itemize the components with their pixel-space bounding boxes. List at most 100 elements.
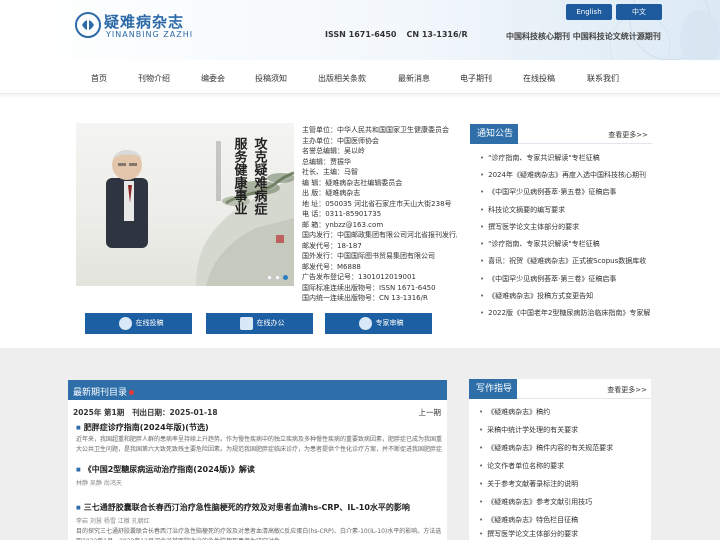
online-office-label: 在线办公 (256, 319, 285, 327)
nav-item-contact-us[interactable]: 联系我们 (587, 73, 619, 84)
nav-item-submission-guide[interactable]: 投稿须知 (255, 73, 287, 84)
nav-item-e-journal[interactable]: 电子期刊 (460, 73, 492, 84)
latest-issue-panel: 最新期刊目录 2025年 第1期 刊出日期：2025-01-18 上一期 肥胖症… (68, 380, 447, 540)
core-journal-text: 中国科技核心期刊 中国科技论文统计源期刊 (506, 32, 661, 41)
notice-item[interactable]: 《疑难病杂志》投稿方式变更告知 (480, 291, 593, 301)
info-line: 主管单位：中华人民共和国国家卫生健康委员会 (302, 126, 449, 134)
site-logo[interactable]: 疑难病杂志 YINANBING ZAZHI (74, 10, 224, 46)
issue-number: 2025年 第1期 (73, 408, 125, 417)
info-line: 国外发行：中国国际图书贸易集团有限公司 (302, 252, 435, 260)
info-line: 国际标准连续出版物号：ISSN 1671-6450 (302, 283, 436, 292)
info-line: 社长、主编：马智 (302, 168, 358, 176)
article-title[interactable]: 肥胖症诊疗指南(2024年版)(节选) (76, 422, 446, 433)
info-line: 名誉总编辑：吴以岭 (302, 147, 365, 155)
guide-item[interactable]: 《疑难病杂志》参考文献引用技巧 (479, 497, 592, 507)
banner-image: 攻克疑难病症 服务健康事业 (106, 136, 294, 286)
carousel-dot[interactable] (267, 275, 272, 280)
nav-item-editorial-board[interactable]: 编委会 (201, 73, 225, 84)
guide-item[interactable]: 《疑难病杂志》特色栏目征稿 (479, 515, 578, 525)
info-line: 邮 箱：ynbzz@163.com (302, 220, 384, 229)
issue-info-row: 2025年 第1期 刊出日期：2025-01-18 上一期 (68, 405, 447, 419)
info-line: 广告发布登记号：1301012019001 (302, 273, 416, 281)
expert-icon (359, 317, 372, 330)
article-abstract: 近年来，我国超重和肥胖人群的患病率呈持续上升趋势。作为慢性疾病中的独立疾病及多种… (76, 436, 443, 453)
issue-info: 2025年 第1期 刊出日期：2025-01-18 (73, 407, 218, 418)
notice-item[interactable]: 2024年《疑难病杂志》再度入选中国科技核心期刊 (480, 170, 646, 180)
issn-number: ISSN 1671-6450 (325, 30, 397, 39)
logo-emblem-icon (75, 12, 101, 38)
info-line: 国内统一连续出版物号：CN 13-1316/R (302, 294, 428, 302)
writing-guide-panel: 写作指导 查看更多>> 《疑难病杂志》稿约 采稿中统计学处理的有关要求 《疑难病… (469, 379, 651, 540)
nav-item-online-submission[interactable]: 在线投稿 (523, 73, 555, 84)
latest-issue-header: 最新期刊目录 (68, 380, 447, 400)
guide-item[interactable]: 论文作者单位名称的要求 (479, 461, 564, 471)
issn-info: ISSN 1671-6450 CN 13-1316/R (325, 30, 468, 39)
notice-item[interactable]: 科技论文摘要的编写要求 (480, 205, 565, 215)
english-language-button[interactable]: English (566, 4, 612, 20)
previous-issue-link[interactable]: 上一期 (419, 407, 442, 418)
info-line: 编 辑：疑难病杂志社编辑委员会 (302, 178, 403, 187)
journal-info: 主管单位：中华人民共和国国家卫生健康委员会 主办单位：中国医师协会 名誉总编辑：… (302, 125, 457, 304)
notice-item[interactable]: "诊疗指南、专家共识解读"专栏征稿 (480, 153, 599, 163)
carousel-dot[interactable] (275, 275, 280, 280)
guide-item[interactable]: 关于参考文献著录标注的说明 (479, 479, 578, 489)
notice-item[interactable]: 喜讯：祝贺《疑难病杂志》正式被Scopus数据库收 (480, 256, 646, 266)
nav-item-home[interactable]: 首页 (91, 73, 107, 84)
notice-more-link[interactable]: 查看更多>> (608, 130, 648, 140)
logo-english-title: YINANBING ZAZHI (106, 30, 194, 39)
notice-item[interactable]: 撰写医学论文主体部分的要求 (480, 222, 579, 232)
notice-item[interactable]: 《中国罕少见病例荟萃·第三卷》征稿启事 (480, 274, 616, 284)
article-title[interactable]: 三七通舒胶囊联合长春西汀治疗急性脑梗死的疗效及对患者血清hs-CRP、IL-10… (76, 502, 446, 513)
guide-panel-header: 写作指导 查看更多>> (469, 379, 651, 399)
guide-more-link[interactable]: 查看更多>> (607, 385, 647, 395)
article-item: 肥胖症诊疗指南(2024年版)(节选) 近年来，我国超重和肥胖人群的患病率呈持续… (76, 422, 446, 455)
info-line: 主办单位：中国医师协会 (302, 136, 379, 145)
info-line: 出 版：疑难病杂志 (302, 189, 361, 197)
article-authors: 林静 吴静 尚鸿天 (76, 480, 122, 487)
author-icon (119, 317, 132, 330)
article-item: 《中国2型糖尿病运动治疗指南(2024版)》解读 林静 吴静 尚鸿天 (76, 464, 446, 487)
nav-item-publishing-terms[interactable]: 出版相关条款 (318, 73, 366, 84)
notice-item[interactable]: 2022版《中国老年2型糖尿病防治临床指南》专家解 (480, 308, 650, 318)
chinese-language-button[interactable]: 中文 (616, 4, 662, 20)
calligraphy-right: 攻克疑难病症 (252, 136, 269, 216)
notice-panel-header: 通知公告 查看更多>> (470, 124, 652, 144)
info-line: 电 话：0311-85901735 (302, 210, 382, 218)
monitor-icon (240, 317, 253, 330)
guide-item[interactable]: 采稿中统计学处理的有关要求 (479, 425, 578, 435)
notice-panel-title: 通知公告 (470, 124, 518, 144)
guide-panel-title: 写作指导 (469, 379, 517, 399)
article-abstract: 目的探究三七通舒胶囊联合长春西汀治疗急性脑梗死的疗效及对患者血清高敏C反应蛋白(… (76, 528, 442, 540)
cn-number: CN 13-1316/R (406, 30, 468, 39)
guide-item[interactable]: 《疑难病杂志》稿约 (479, 407, 550, 417)
logo-chinese-title: 疑难病杂志 (104, 13, 185, 31)
nav-item-journal-intro[interactable]: 刊物介绍 (138, 73, 170, 84)
guide-item[interactable]: 《疑难病杂志》稿件内容的有关规范要求 (479, 443, 613, 453)
carousel-dots (267, 273, 291, 282)
guide-item[interactable]: 撰写医学论文主体部分的要求 (479, 529, 578, 539)
info-line: 邮发代号：18-187 (302, 241, 362, 250)
info-line: 邮发代号：M6888 (302, 262, 361, 271)
info-line: 总编辑：贾振华 (302, 157, 351, 166)
main-navigation: 首页 刊物介绍 编委会 投稿须知 出版相关条款 最新消息 电子期刊 在线投稿 联… (0, 60, 720, 94)
article-title[interactable]: 《中国2型糖尿病运动治疗指南(2024版)》解读 (76, 464, 446, 475)
online-submit-label: 在线投稿 (135, 319, 164, 327)
notice-item[interactable]: "诊疗指南、专家共识解读"专栏征稿 (480, 239, 599, 249)
site-header: 疑难病杂志 YINANBING ZAZHI ISSN 1671-6450 CN 1… (0, 0, 720, 60)
info-line: 国内发行：中国邮政集团有限公司河北省报刊发行局 (302, 231, 457, 239)
article-item: 三七通舒胶囊联合长春西汀治疗急性脑梗死的疗效及对患者血清hs-CRP、IL-10… (76, 502, 446, 540)
article-authors: 李岩 刘慧 杨雪 江徽 孔朝红 (76, 518, 150, 525)
online-office-button[interactable]: 在线办公 (206, 313, 313, 334)
nav-item-latest-news[interactable]: 最新消息 (398, 73, 430, 84)
expert-review-label: 专家审稿 (375, 319, 404, 327)
banner-carousel[interactable]: 攻克疑难病症 服务健康事业 (76, 123, 294, 286)
carousel-dot-active[interactable] (283, 275, 288, 280)
notice-panel: 通知公告 查看更多>> "诊疗指南、专家共识解读"专栏征稿 2024年《疑难病杂… (470, 124, 652, 324)
latest-issue-title-text: 最新期刊目录 (73, 388, 128, 398)
issue-date: 刊出日期：2025-01-18 (132, 408, 218, 417)
notice-item[interactable]: 《中国罕少见病例荟萃·第五卷》征稿启事 (480, 187, 616, 197)
online-submit-button[interactable]: 在线投稿 (85, 313, 192, 334)
info-line: 地 址：050035 河北省石家庄市天山大街238号 (302, 199, 452, 208)
expert-review-button[interactable]: 专家审稿 (325, 313, 432, 334)
new-badge-icon (129, 390, 135, 395)
